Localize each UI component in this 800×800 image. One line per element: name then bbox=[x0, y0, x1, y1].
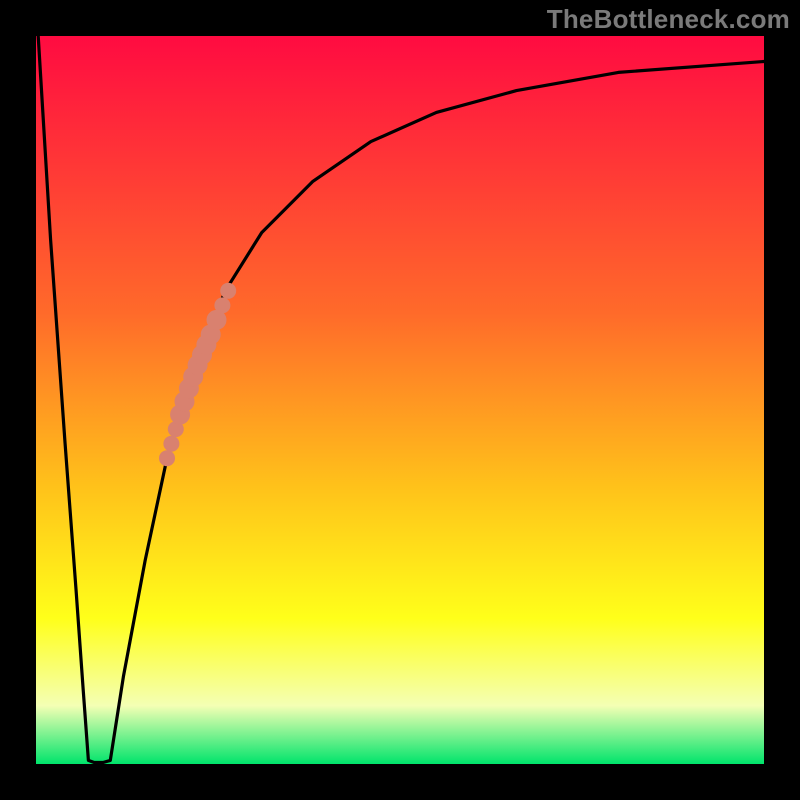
highlight-dot bbox=[214, 297, 230, 313]
highlight-dot bbox=[163, 436, 179, 452]
plot-background-gradient bbox=[36, 36, 764, 764]
chart-container: TheBottleneck.com bbox=[0, 0, 800, 800]
watermark-text: TheBottleneck.com bbox=[547, 4, 790, 35]
highlight-dot bbox=[220, 283, 236, 299]
bottleneck-chart bbox=[0, 0, 800, 800]
highlight-dot bbox=[159, 450, 175, 466]
